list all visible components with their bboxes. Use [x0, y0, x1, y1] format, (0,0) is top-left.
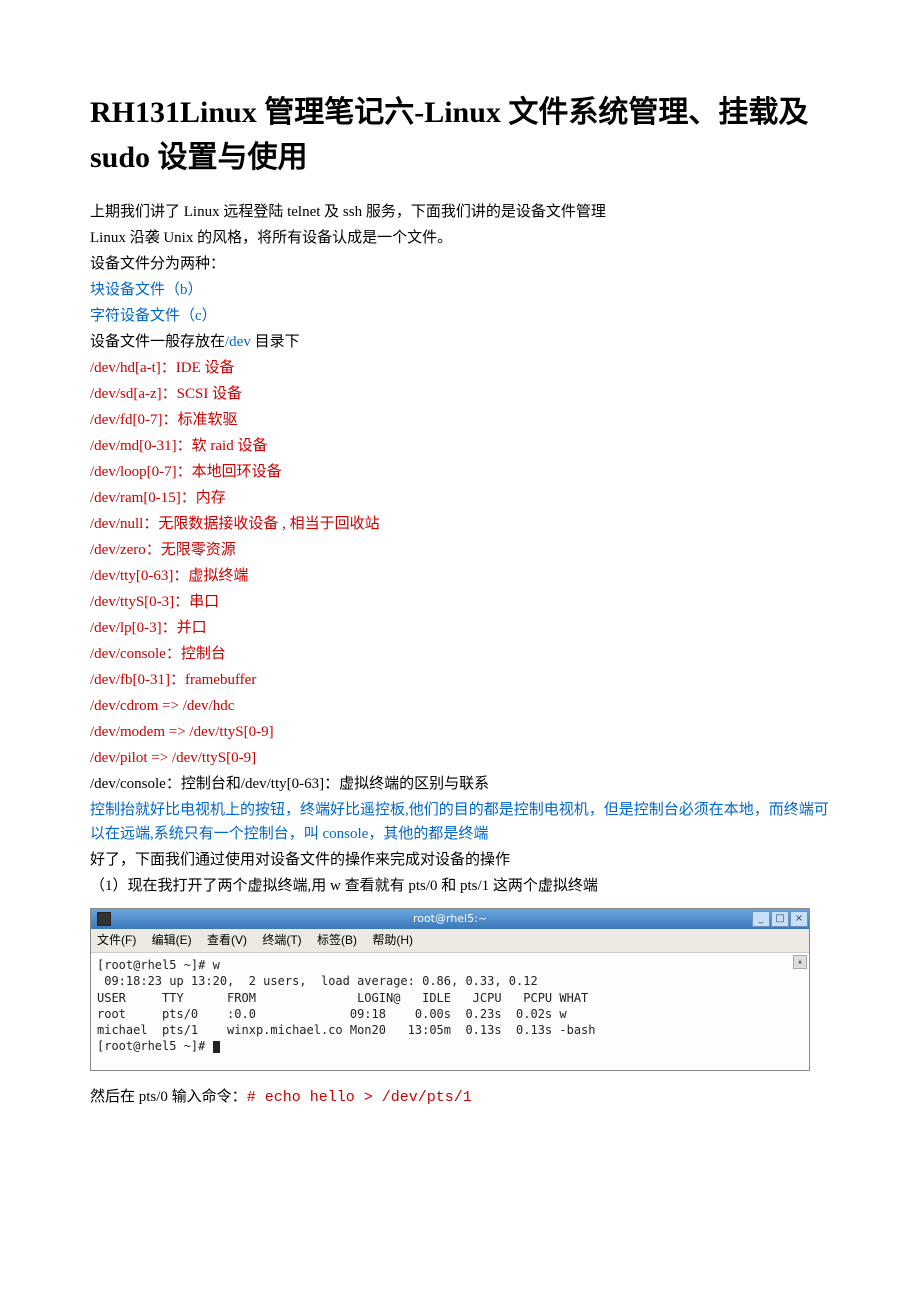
- maximize-button[interactable]: □: [771, 911, 789, 927]
- dev-fd: /dev/fd[0-7]：标准软驱: [90, 408, 830, 432]
- dev-loop: /dev/loop[0-7]：本地回环设备: [90, 460, 830, 484]
- dev-ram: /dev/ram[0-15]：内存: [90, 486, 830, 510]
- dev-ttyS: /dev/ttyS[0-3]：串口: [90, 590, 830, 614]
- dev-path: /dev: [225, 334, 251, 350]
- dev-null: /dev/null：无限数据接收设备 , 相当于回收站: [90, 512, 830, 536]
- menu-file[interactable]: 文件(F): [97, 933, 136, 947]
- dev-tty: /dev/tty[0-63]：虚拟终端: [90, 564, 830, 588]
- dev-console: /dev/console：控制台: [90, 642, 830, 666]
- diff-line: /dev/console：控制台和/dev/tty[0-63]：虚拟终端的区别与…: [90, 772, 830, 796]
- after-terminal-line: 然后在 pts/0 输入命令：# echo hello > /dev/pts/1: [90, 1085, 830, 1110]
- menu-tabs[interactable]: 标签(B): [317, 933, 357, 947]
- intro-line-1: 上期我们讲了 Linux 远程登陆 telnet 及 ssh 服务，下面我们讲的…: [90, 200, 830, 224]
- dev-fb: /dev/fb[0-31]：framebuffer: [90, 668, 830, 692]
- page-title: RH131Linux 管理笔记六-Linux 文件系统管理、挂载及 sudo 设…: [90, 90, 830, 180]
- menu-help[interactable]: 帮助(H): [372, 933, 413, 947]
- explain-blue: 控制抬就好比电视机上的按钮，终端好比遥控板,他们的目的都是控制电视机，但是控制台…: [90, 798, 830, 846]
- device-type-char: 字符设备文件（c）: [90, 304, 830, 328]
- intro-line-2: Linux 沿袭 Unix 的风格，将所有设备认成是一个文件。: [90, 226, 830, 250]
- dev-md: /dev/md[0-31]：软 raid 设备: [90, 434, 830, 458]
- menu-edit[interactable]: 编辑(E): [152, 933, 192, 947]
- terminal-menubar: 文件(F) 编辑(E) 查看(V) 终端(T) 标签(B) 帮助(H): [91, 929, 809, 953]
- terminal-window: root@rhel5:~ _ □ × 文件(F) 编辑(E) 查看(V) 终端(…: [90, 908, 810, 1071]
- cursor-icon: [213, 1041, 220, 1053]
- terminal-titlebar: root@rhel5:~ _ □ ×: [91, 909, 809, 929]
- dev-dir-pre: 设备文件一般存放在: [90, 334, 225, 350]
- dev-zero: /dev/zero：无限零资源: [90, 538, 830, 562]
- menu-view[interactable]: 查看(V): [207, 933, 247, 947]
- dev-modem: /dev/modem => /dev/ttyS[0-9]: [90, 720, 830, 744]
- dev-dir-line: 设备文件一般存放在/dev 目录下: [90, 330, 830, 354]
- menu-terminal[interactable]: 终端(T): [262, 933, 301, 947]
- echo-command: # echo hello > /dev/pts/1: [247, 1089, 472, 1106]
- dev-dir-post: 目录下: [251, 334, 300, 350]
- dev-sd: /dev/sd[a-z]：SCSI 设备: [90, 382, 830, 406]
- dev-lp: /dev/lp[0-3]：并口: [90, 616, 830, 640]
- dev-hd: /dev/hd[a-t]：IDE 设备: [90, 356, 830, 380]
- window-buttons: _ □ ×: [752, 910, 809, 928]
- terminal-output: [root@rhel5 ~]# w 09:18:23 up 13:20, 2 u…: [97, 958, 596, 1053]
- terminal-body[interactable]: [root@rhel5 ~]# w 09:18:23 up 13:20, 2 u…: [91, 953, 809, 1070]
- scroll-up-icon[interactable]: ▴: [793, 955, 807, 969]
- device-type-block: 块设备文件（b）: [90, 278, 830, 302]
- dev-cdrom: /dev/cdrom => /dev/hdc: [90, 694, 830, 718]
- intro-line-3: 设备文件分为两种：: [90, 252, 830, 276]
- after-term-pre: 然后在 pts/0 输入命令：: [90, 1089, 247, 1105]
- dev-pilot: /dev/pilot => /dev/ttyS[0-9]: [90, 746, 830, 770]
- terminal-icon: [97, 912, 111, 926]
- step-1: （1）现在我打开了两个虚拟终端,用 w 查看就有 pts/0 和 pts/1 这…: [90, 874, 830, 898]
- close-button[interactable]: ×: [790, 911, 808, 927]
- minimize-button[interactable]: _: [752, 911, 770, 927]
- terminal-title: root@rhel5:~: [91, 910, 809, 928]
- ok-line: 好了，下面我们通过使用对设备文件的操作来完成对设备的操作: [90, 848, 830, 872]
